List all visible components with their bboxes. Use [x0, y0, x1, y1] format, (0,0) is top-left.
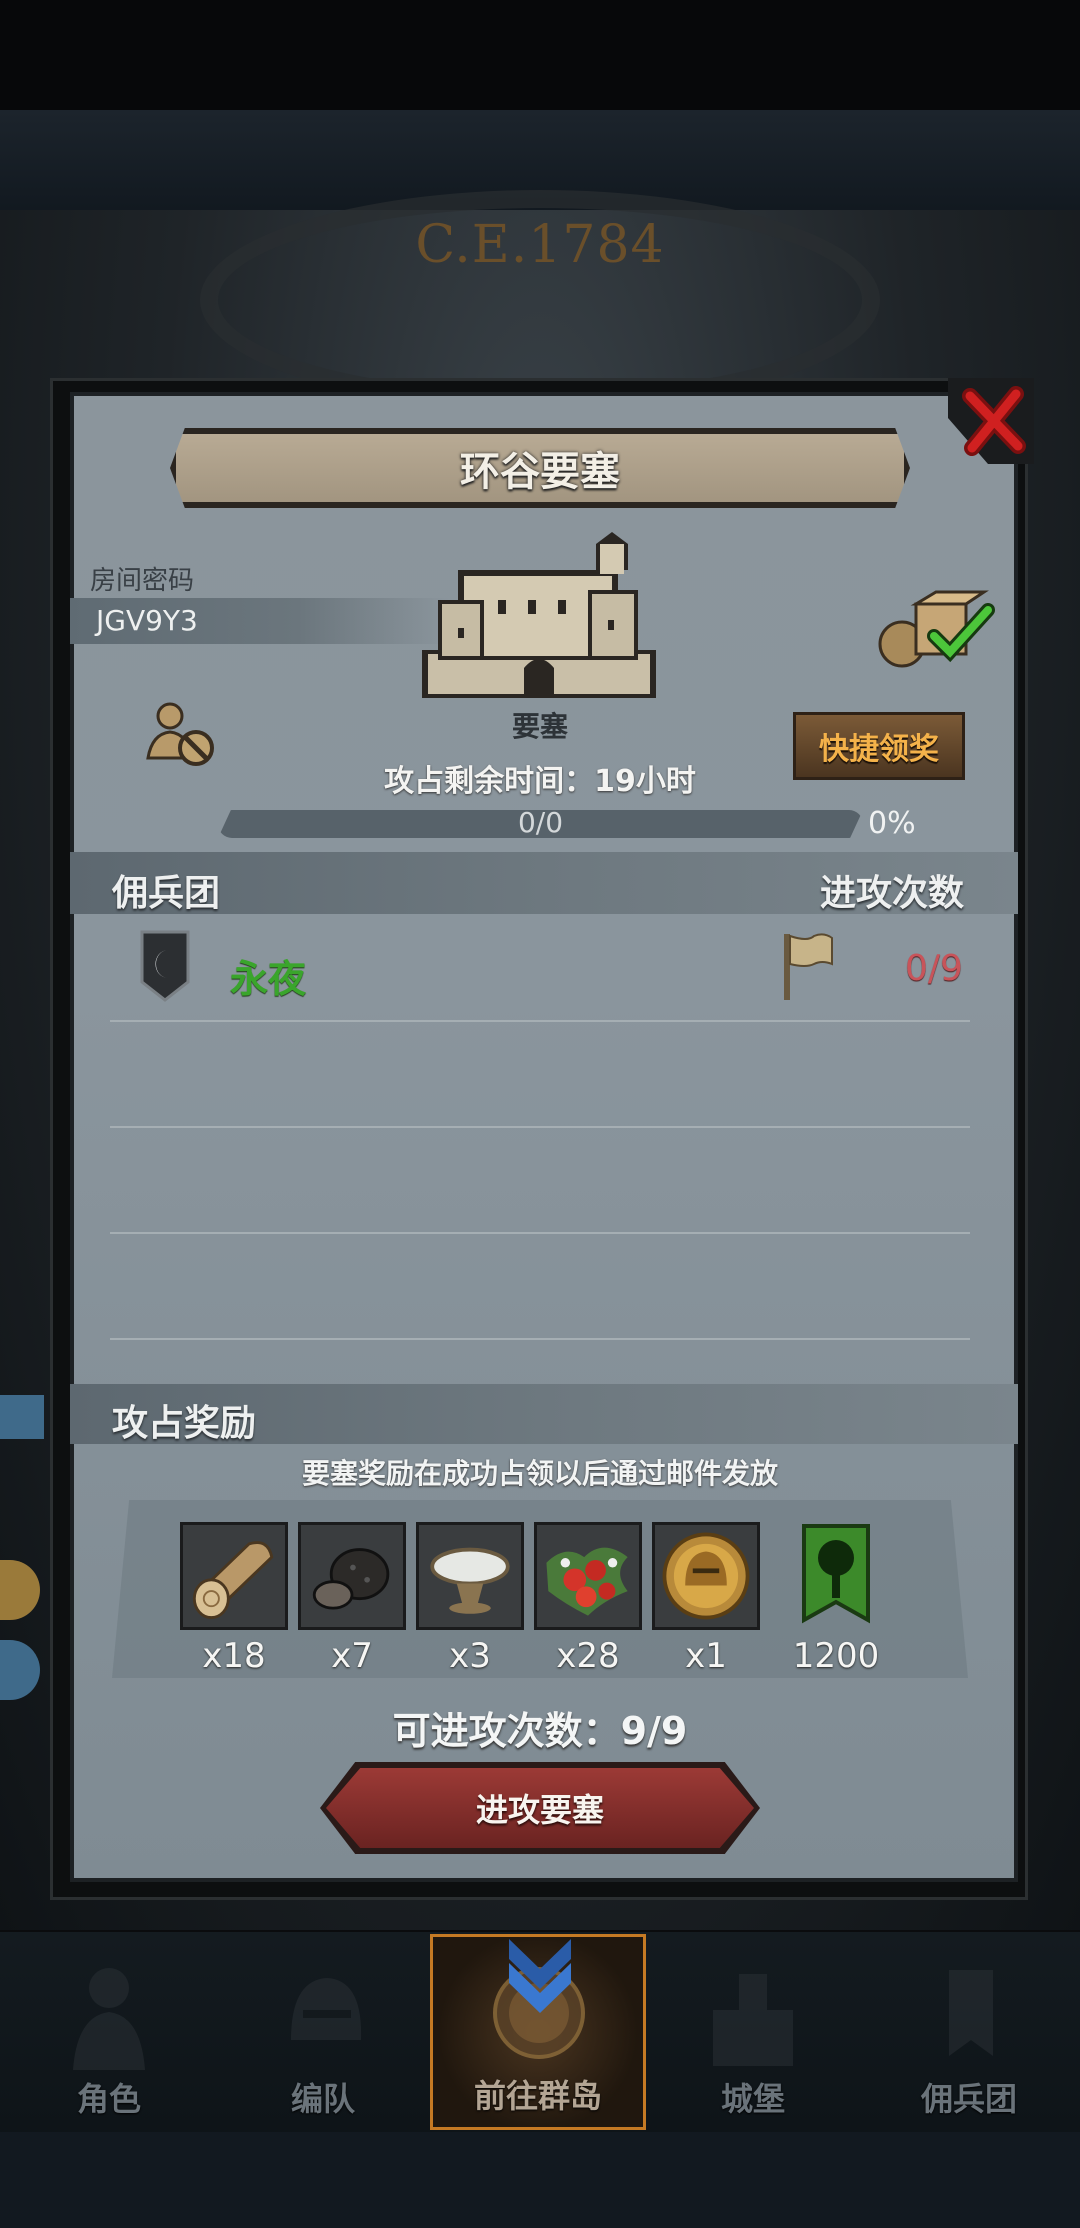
knight-helmet-coin-icon[interactable]	[652, 1522, 760, 1630]
silver-dish-icon[interactable]	[416, 1522, 524, 1630]
attacks-remaining: 可进攻次数：9/9	[392, 1709, 688, 1753]
title-plate: 环谷要塞	[170, 428, 910, 508]
status-bar	[0, 0, 1080, 110]
wood-log-icon[interactable]	[180, 1522, 288, 1630]
attack-fortress-button[interactable]: 进攻要塞	[326, 1768, 754, 1848]
reward-qty: x7	[331, 1636, 373, 1676]
nav-label: 编队	[290, 2080, 355, 2118]
era-label: C.E.1784	[415, 215, 665, 275]
room-code-value[interactable]: JGV9Y3	[96, 604, 198, 637]
fortress-icon	[422, 532, 656, 698]
progress-percent: 0%	[868, 806, 916, 841]
berries-icon[interactable]	[534, 1522, 642, 1630]
nav-item-castle[interactable]: 城堡	[648, 1940, 858, 2130]
guild-attack-count: 0/9	[905, 948, 963, 989]
guild-row-empty	[110, 1020, 970, 1128]
knight-icon	[73, 1968, 145, 2070]
progress-text: 0/0	[517, 806, 564, 839]
side-tool-icon[interactable]	[0, 1395, 44, 1439]
nav-item-character[interactable]: 角色	[4, 1940, 214, 2130]
nav-item-mercenary[interactable]: 佣兵团	[864, 1940, 1074, 2130]
attack-flag-icon	[784, 933, 833, 1000]
reward-qty: x3	[449, 1636, 491, 1676]
truffle-icon[interactable]	[298, 1522, 406, 1630]
reward-header: 攻占奖励	[112, 1403, 257, 1444]
reward-qty: x1	[685, 1636, 727, 1676]
guild-name[interactable]: 永夜	[230, 948, 306, 1003]
mercenary-header: 佣兵团	[112, 873, 221, 914]
reward-claimed-icon[interactable]	[876, 588, 996, 670]
chevron-down-icon	[509, 1939, 571, 2013]
guild-row-empty	[110, 1232, 970, 1340]
close-icon[interactable]	[948, 378, 1034, 464]
attack-button-label: 进攻要塞	[475, 1791, 604, 1829]
reward-qty: 1200	[792, 1636, 880, 1676]
helmet-icon	[291, 1978, 362, 2040]
guild-row-empty	[110, 1126, 970, 1234]
nav-label: 佣兵团	[920, 2080, 1017, 2118]
dialog-title: 环谷要塞	[460, 449, 620, 495]
castle-icon	[713, 1974, 793, 2066]
reward-note: 要塞奖励在成功占领以后通过邮件发放	[301, 1457, 778, 1490]
nav-label: 前往群岛	[473, 2077, 602, 2115]
attack-count-header: 进攻次数	[820, 873, 965, 914]
reward-qty: x28	[556, 1636, 620, 1676]
reward-qty: x18	[202, 1636, 266, 1676]
tree-banner-icon[interactable]	[782, 1522, 890, 1630]
mercenary-icon	[949, 1970, 993, 2056]
nav-bottom-bar	[0, 2132, 1080, 2228]
nav-item-formation[interactable]: 编队	[218, 1940, 428, 2130]
quick-claim-button[interactable]: 快捷领奖	[793, 712, 965, 780]
nav-label: 角色	[76, 2080, 141, 2118]
room-code-label: 房间密码	[90, 566, 195, 596]
no-entry-person-icon[interactable]	[142, 700, 220, 770]
guild-shield-icon	[140, 930, 190, 1002]
nav-label: 城堡	[720, 2080, 785, 2118]
